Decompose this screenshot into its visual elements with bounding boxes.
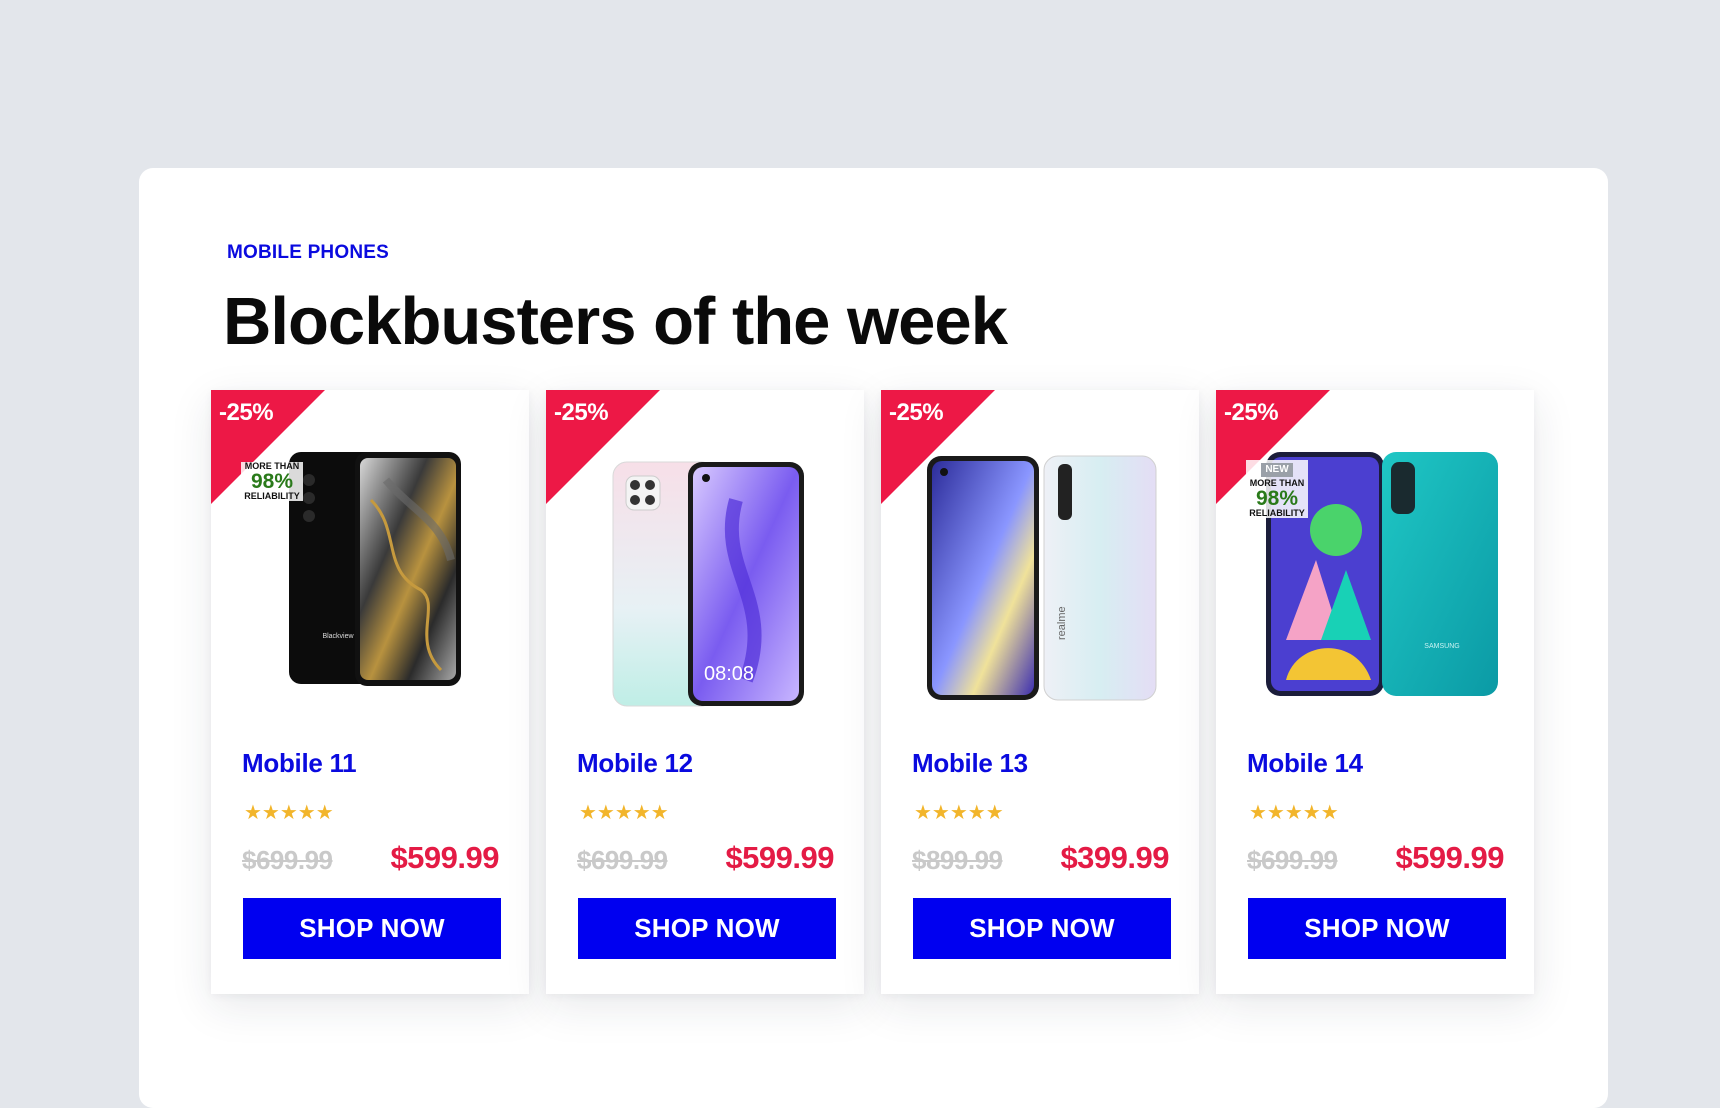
discount-label: -25% [889, 399, 944, 426]
star-rating: ★★★★★ [244, 802, 334, 824]
shop-now-button[interactable]: SHOP NOW [1248, 898, 1506, 959]
brand-label: SAMSUNG [1424, 643, 1459, 650]
sale-price: $599.99 [1395, 840, 1504, 875]
product-name[interactable]: Mobile 12 [577, 748, 693, 779]
reliability-badge: MORE THAN 98% RELIABILITY [241, 462, 303, 501]
product-card[interactable]: 08:08 -25% Mobile 12 ★★★★★ $699.99 $599.… [546, 390, 864, 994]
svg-text:Blackview: Blackview [322, 633, 354, 640]
product-name[interactable]: Mobile 13 [912, 748, 1028, 779]
section-title: Blockbusters of the week [223, 284, 1008, 359]
sale-price: $399.99 [1060, 840, 1169, 875]
discount-label: -25% [1224, 399, 1279, 426]
sale-price: $599.99 [725, 840, 834, 875]
product-card[interactable]: SAMSUNG -25% NEW MORE THAN 98% RELIABILI… [1216, 390, 1534, 994]
section-eyebrow: MOBILE PHONES [227, 242, 390, 263]
new-tag: NEW [1261, 463, 1293, 477]
original-price: $699.99 [577, 845, 668, 875]
discount-label: -25% [554, 399, 609, 426]
star-rating: ★★★★★ [914, 802, 1004, 824]
product-name[interactable]: Mobile 14 [1247, 748, 1363, 779]
product-card[interactable]: realme -25% Mobile 13 ★★★★★ $899.99 $399… [881, 390, 1199, 994]
star-rating: ★★★★★ [579, 802, 669, 824]
shop-now-button[interactable]: SHOP NOW [913, 898, 1171, 959]
phone-clock: 08:08 [704, 663, 754, 685]
reliability-badge: NEW MORE THAN 98% RELIABILITY [1246, 460, 1308, 518]
product-card[interactable]: Blackview -25% MORE THAN 98% RELIABILITY… [211, 390, 529, 994]
star-rating: ★★★★★ [1249, 802, 1339, 824]
product-name[interactable]: Mobile 11 [242, 748, 357, 779]
shop-now-button[interactable]: SHOP NOW [578, 898, 836, 959]
shop-now-button[interactable]: SHOP NOW [243, 898, 501, 959]
original-price: $699.99 [1247, 845, 1338, 875]
brand-label: realme [1056, 606, 1068, 640]
discount-label: -25% [219, 399, 274, 426]
original-price: $899.99 [912, 845, 1003, 875]
sale-price: $599.99 [390, 840, 499, 875]
original-price: $699.99 [242, 845, 333, 875]
